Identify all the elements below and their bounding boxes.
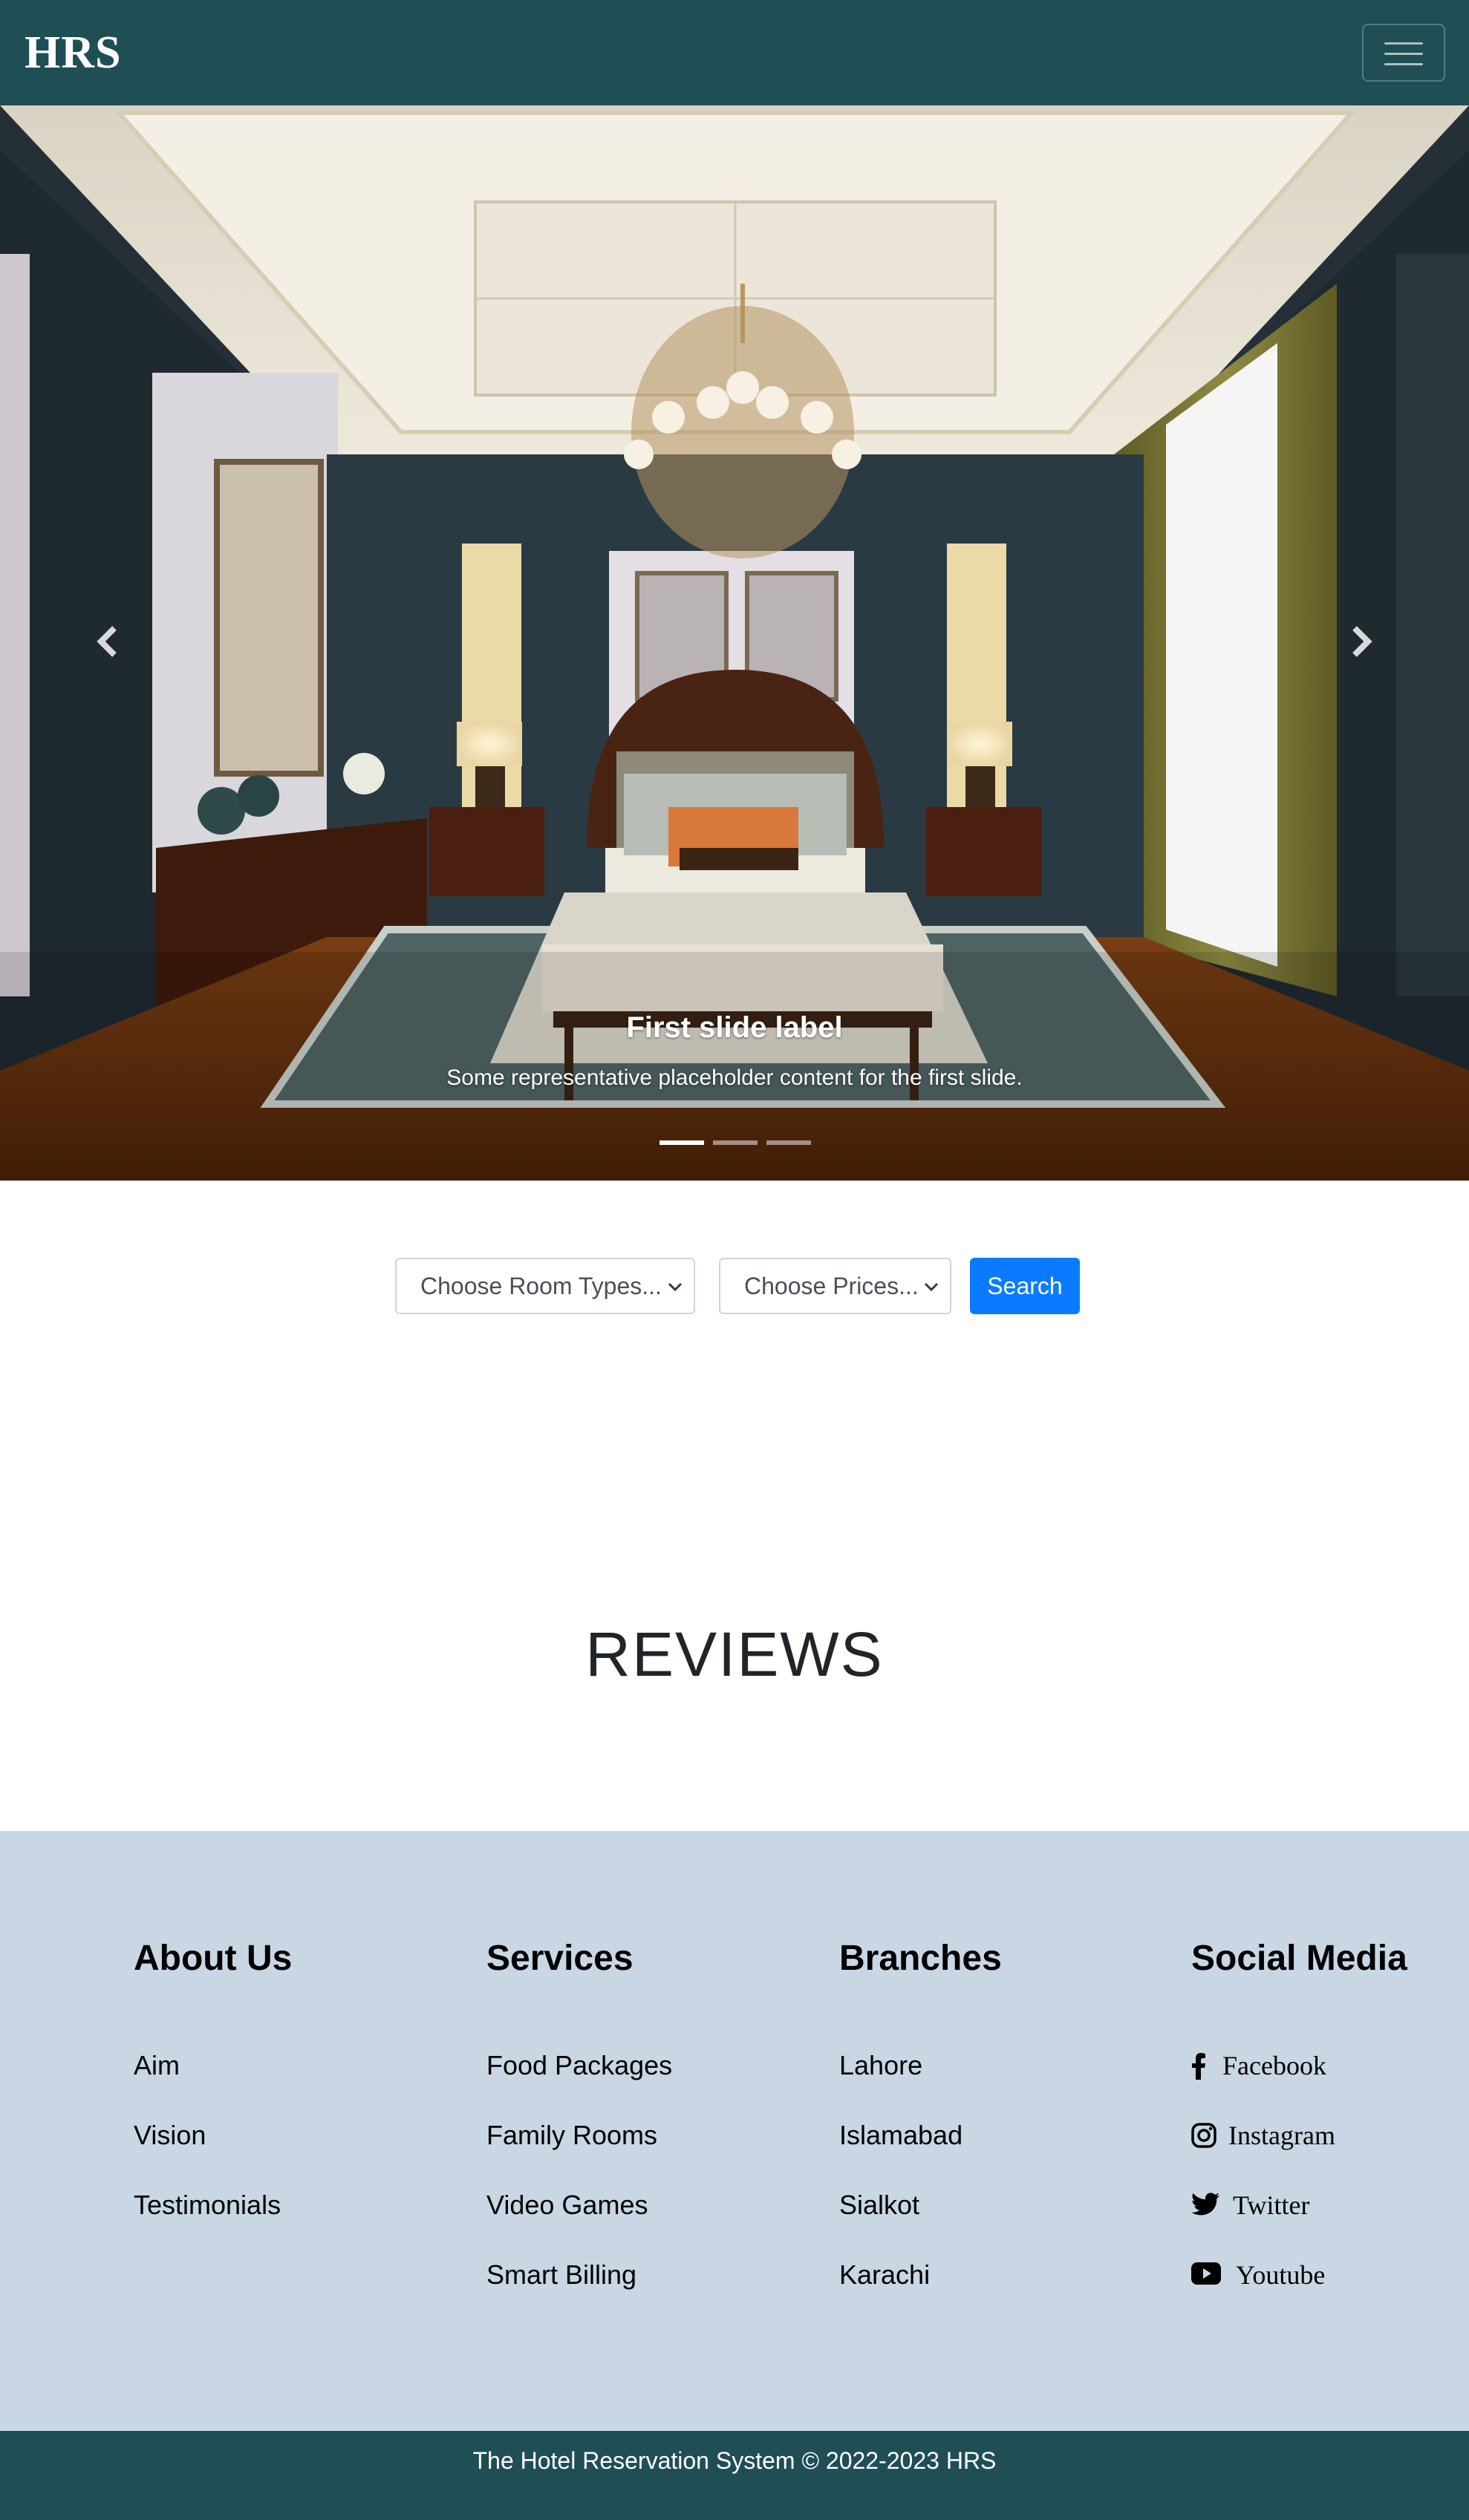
chevron-right-icon [1352,626,1372,657]
footer-link-video-games[interactable]: Video Games [486,2190,648,2221]
carousel-indicator-3[interactable] [766,1140,811,1145]
copyright-text: The Hotel Reservation System © 2022-2023… [472,2447,997,2474]
footer-link-instagram[interactable]: Instagram [1191,2120,1335,2151]
footer-branches-title: Branches [839,1939,1002,1978]
carousel-indicator-1[interactable] [659,1140,704,1145]
footer-link-testimonials[interactable]: Testimonials [134,2190,281,2221]
footer-link-karachi[interactable]: Karachi [839,2259,930,2291]
navbar: HRS [0,0,1469,105]
footer-bottom-bar [0,2431,1469,2520]
footer-link-facebook[interactable]: Facebook [1191,2050,1326,2081]
instagram-label: Instagram [1228,2121,1335,2150]
footer-social-title: Social Media [1191,1939,1407,1978]
search-button[interactable]: Search [970,1258,1080,1314]
footer-link-twitter[interactable]: Twitter [1191,2190,1309,2221]
footer-link-food-packages[interactable]: Food Packages [486,2050,672,2081]
hamburger-menu-icon [1384,42,1423,45]
price-select[interactable]: Choose Prices... [719,1258,951,1314]
footer-link-aim[interactable]: Aim [134,2050,180,2081]
footer-link-sialkot[interactable]: Sialkot [839,2190,919,2221]
reviews-heading: REVIEWS [585,1619,884,1689]
facebook-icon [1192,2053,1205,2080]
room-type-select[interactable]: Choose Room Types... [395,1258,695,1314]
footer-link-smart-billing[interactable]: Smart Billing [486,2259,636,2291]
twitter-icon [1191,2193,1219,2216]
footer-link-family-rooms[interactable]: Family Rooms [486,2120,657,2151]
brand-logo[interactable]: HRS [25,24,121,82]
room-type-select-value: Choose Room Types... [420,1273,662,1299]
carousel-indicator-2[interactable] [713,1140,758,1145]
footer-about-title: About Us [134,1939,293,1978]
youtube-label: Youtube [1236,2260,1326,2290]
carousel-caption-title: First slide label [626,1011,843,1044]
chevron-left-icon [97,626,117,657]
instagram-icon [1191,2123,1216,2148]
price-select-value: Choose Prices... [744,1273,919,1299]
youtube-icon [1191,2262,1221,2285]
footer-link-vision[interactable]: Vision [134,2120,206,2151]
chevron-down-icon [924,1282,939,1292]
hero-carousel: First slide label Some representative pl… [0,105,1469,1181]
chevron-down-icon [668,1282,683,1292]
footer-link-islamabad[interactable]: Islamabad [839,2120,962,2151]
footer-link-lahore[interactable]: Lahore [839,2050,922,2081]
twitter-label: Twitter [1233,2190,1310,2220]
footer-link-youtube[interactable]: Youtube [1191,2259,1325,2291]
navbar-toggle-button[interactable] [1362,24,1445,82]
footer-services-title: Services [486,1939,633,1978]
carousel-caption-text: Some representative placeholder content … [446,1065,1023,1090]
facebook-label: Facebook [1222,2051,1326,2080]
